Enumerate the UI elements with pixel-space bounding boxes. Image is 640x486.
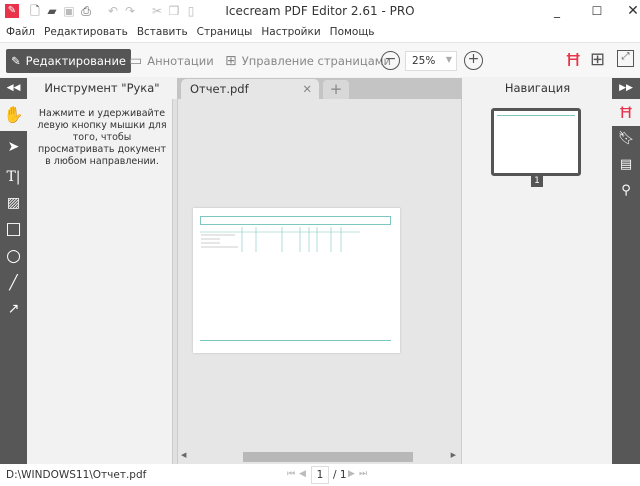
- arrow-tool-icon[interactable]: ↗: [0, 296, 27, 322]
- image-tool-icon[interactable]: ▨: [0, 190, 27, 216]
- zoom-in-button[interactable]: +: [464, 51, 483, 70]
- navigation-pages-icon[interactable]: Ħ: [612, 99, 640, 126]
- close-button[interactable]: ✕: [626, 4, 640, 18]
- menu-file[interactable]: Файл: [6, 26, 35, 38]
- minimize-button[interactable]: _: [550, 4, 564, 18]
- scroll-right-icon[interactable]: ▶: [451, 451, 456, 459]
- menu-pages[interactable]: Страницы: [197, 26, 253, 38]
- next-page-icon[interactable]: ▶: [348, 469, 355, 479]
- page-management-button[interactable]: ⊞ Управление страницами: [220, 49, 396, 73]
- multi-page-view-icon[interactable]: ⊞: [590, 49, 605, 70]
- menu-help[interactable]: Помощь: [330, 26, 375, 38]
- status-bar: D:\WINDOWS11\Отчет.pdf ⏮ ◀ 1 / 1 ▶ ⏭: [0, 464, 640, 486]
- collapse-right-panel-button[interactable]: ▶▶: [612, 78, 640, 99]
- page-number-input[interactable]: 1: [311, 466, 329, 484]
- menu-insert[interactable]: Вставить: [137, 26, 188, 38]
- window-title: Icecream PDF Editor 2.61 - PRO: [225, 4, 415, 18]
- zoom-out-button[interactable]: −: [381, 51, 400, 70]
- thumb-header: [497, 115, 575, 117]
- page-table: [200, 227, 360, 252]
- first-page-icon[interactable]: ⏮: [287, 469, 295, 479]
- scrollbar-thumb[interactable]: [243, 452, 413, 462]
- select-arrow-icon[interactable]: ➤: [0, 134, 27, 160]
- comments-icon[interactable]: ▤: [612, 152, 640, 178]
- rectangle-tool-icon[interactable]: □: [0, 216, 27, 242]
- single-page-view-icon[interactable]: Ħ: [565, 50, 582, 71]
- left-panel-title: Инструмент "Рука": [27, 78, 177, 99]
- zoom-select[interactable]: 25% ▼: [405, 51, 457, 71]
- title-bar: ✎ 🗋 ▰ ▣ ⎙ ↶ ↷ ✂ ❐ ▯ Icecream PDF Editor …: [0, 0, 640, 22]
- close-tab-icon[interactable]: ✕: [302, 82, 312, 96]
- pdf-page[interactable]: [193, 208, 400, 353]
- search-icon[interactable]: ⚲: [612, 178, 640, 204]
- tool-help-text: Нажмите и удерживайте левую кнопку мышки…: [37, 108, 167, 167]
- page-thumbnail[interactable]: [491, 108, 581, 176]
- text-tool-icon[interactable]: T|: [0, 164, 27, 190]
- pages-grid-icon: ⊞: [225, 53, 237, 69]
- prev-page-icon[interactable]: ◀: [299, 469, 306, 479]
- edit-mode-button[interactable]: ✎ Редактирование: [6, 49, 131, 73]
- pencil-icon: ✎: [11, 54, 21, 68]
- tab-document[interactable]: Отчет.pdf ✕: [181, 79, 319, 99]
- maximize-button[interactable]: ☐: [590, 4, 604, 18]
- last-page-icon[interactable]: ⏭: [359, 469, 367, 479]
- menu-settings[interactable]: Настройки: [261, 26, 320, 38]
- line-tool-icon[interactable]: ╱: [0, 270, 27, 296]
- hand-tool-icon[interactable]: ✋: [0, 99, 27, 131]
- page-header-box: [200, 216, 391, 225]
- right-panel-title: Навигация: [463, 78, 612, 99]
- page-total: / 1: [333, 469, 347, 481]
- toolbar: ✎ Редактирование ▭ Аннотации ⊞ Управление с…: [0, 42, 640, 77]
- horizontal-scrollbar[interactable]: ◀ ▶: [178, 451, 461, 463]
- chevron-down-icon: ▼: [445, 55, 452, 64]
- menu-bar: Файл Редактировать Вставить Страницы Нас…: [0, 22, 640, 42]
- menu-edit[interactable]: Редактировать: [44, 26, 128, 38]
- thumbnail-page-number: 1: [531, 175, 543, 187]
- collapse-left-panel-button[interactable]: ◀◀: [0, 78, 27, 99]
- file-path: D:\WINDOWS11\Отчет.pdf: [6, 469, 147, 481]
- fullscreen-icon[interactable]: ⤢: [617, 50, 634, 67]
- scroll-left-icon[interactable]: ◀: [181, 451, 186, 459]
- bookmark-icon[interactable]: 🔖︎: [612, 126, 640, 152]
- page-footer-line: [200, 340, 391, 341]
- comment-icon: ▭: [129, 53, 143, 69]
- annotations-mode-button[interactable]: ▭ Аннотации: [124, 49, 219, 73]
- new-tab-button[interactable]: +: [323, 80, 349, 99]
- ellipse-tool-icon[interactable]: ○: [0, 243, 27, 269]
